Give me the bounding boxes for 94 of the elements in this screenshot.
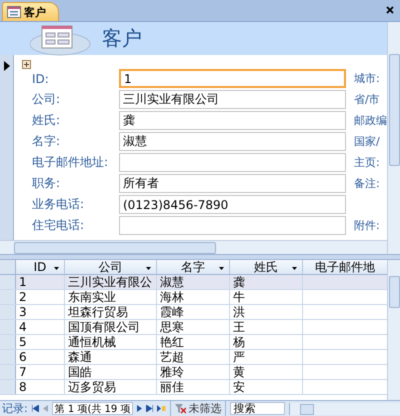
field-label: 住宅电话: bbox=[32, 217, 86, 234]
field-label: 城市: bbox=[354, 71, 380, 86]
first-record-icon[interactable] bbox=[32, 405, 39, 412]
previous-record-icon[interactable] bbox=[42, 405, 48, 412]
field-label: 名字: bbox=[32, 133, 62, 150]
input-field[interactable]: 淑慧 bbox=[119, 132, 346, 151]
table-cell: 杨 bbox=[230, 335, 303, 349]
field-label: 业务电话: bbox=[32, 196, 86, 213]
table-cell: 东南实业 bbox=[65, 290, 157, 304]
new-record-icon[interactable] bbox=[157, 405, 166, 412]
next-record-icon[interactable] bbox=[137, 405, 142, 412]
table-cell: 黄 bbox=[230, 365, 303, 379]
vertical-scrollbar[interactable] bbox=[387, 22, 400, 254]
table-cell: 6 bbox=[16, 350, 65, 364]
layout-move-icon[interactable] bbox=[22, 60, 31, 69]
current-record-icon bbox=[4, 61, 10, 71]
table-cell: 2 bbox=[16, 290, 65, 304]
table-cell: 3 bbox=[16, 305, 65, 319]
search-field[interactable]: 搜索 bbox=[230, 402, 286, 415]
field-label: 主页: bbox=[354, 155, 380, 170]
table-cell: 三川实业有限公 bbox=[65, 275, 157, 289]
table-cell: 迈多贸易 bbox=[65, 380, 157, 394]
table-cell: 海林 bbox=[157, 290, 230, 304]
table-cell: 安 bbox=[230, 380, 303, 394]
table-cell: 艳红 bbox=[157, 335, 230, 349]
table-cell: 艺超 bbox=[157, 350, 230, 364]
column-header[interactable]: 公司 bbox=[65, 260, 157, 274]
input-field[interactable]: (0123)8456-7890 bbox=[119, 195, 346, 214]
record-label: 记录: bbox=[2, 401, 28, 416]
field-label: 电子邮件地址: bbox=[32, 154, 110, 171]
horizontal-scrollbar[interactable] bbox=[289, 402, 400, 414]
field-label: 省/市 bbox=[354, 92, 380, 107]
vertical-scrollbar[interactable] bbox=[387, 260, 400, 400]
table-cell: 牛 bbox=[230, 290, 303, 304]
row-selector[interactable] bbox=[0, 335, 16, 349]
input-field[interactable]: 龚 bbox=[119, 111, 346, 130]
row-selector[interactable] bbox=[0, 365, 16, 379]
dropdown-arrow-icon bbox=[292, 267, 297, 270]
form-title: 客户 bbox=[102, 25, 142, 52]
field-label: 职务: bbox=[32, 175, 62, 192]
table-cell: 1 bbox=[16, 275, 65, 289]
row-selector[interactable] bbox=[0, 305, 16, 319]
table-cell: 国皓 bbox=[65, 365, 157, 379]
close-icon[interactable] bbox=[386, 6, 394, 14]
record-position-field[interactable]: 第 1 项(共 19 项 bbox=[52, 402, 134, 415]
field-label: ID: bbox=[32, 72, 50, 86]
table-cell: 7 bbox=[16, 365, 65, 379]
select-all-corner[interactable] bbox=[0, 260, 16, 274]
record-selector[interactable] bbox=[0, 55, 14, 240]
field-label: 姓氏: bbox=[32, 112, 62, 129]
field-label: 公司: bbox=[32, 91, 62, 108]
input-field[interactable]: 1 bbox=[119, 69, 346, 88]
form-icon bbox=[7, 6, 21, 18]
table-cell: 坦森行贸易 bbox=[65, 305, 157, 319]
table-cell: 霞峰 bbox=[157, 305, 230, 319]
dropdown-arrow-icon bbox=[146, 267, 151, 270]
row-selector[interactable] bbox=[0, 290, 16, 304]
row-selector[interactable] bbox=[0, 275, 16, 289]
row-selector[interactable] bbox=[0, 320, 16, 334]
row-selector[interactable] bbox=[0, 380, 16, 394]
table-cell: 雅玲 bbox=[157, 365, 230, 379]
field-label: 备注: bbox=[354, 176, 380, 191]
table-cell: 8 bbox=[16, 380, 65, 394]
filter-off-icon bbox=[175, 404, 186, 414]
row-selector[interactable] bbox=[0, 350, 16, 364]
table-cell: 国顶有限公司 bbox=[65, 320, 157, 334]
table-cell: 思寒 bbox=[157, 320, 230, 334]
dropdown-arrow-icon bbox=[54, 267, 59, 270]
table-cell: 森通 bbox=[65, 350, 157, 364]
table-cell: 丽佳 bbox=[157, 380, 230, 394]
document-tab[interactable]: 客户 bbox=[2, 2, 59, 21]
horizontal-scrollbar[interactable] bbox=[0, 240, 387, 254]
table-cell: 4 bbox=[16, 320, 65, 334]
field-label: 国家/ bbox=[354, 134, 380, 149]
input-field[interactable]: 三川实业有限公司 bbox=[119, 90, 346, 109]
table-cell: 龚 bbox=[230, 275, 303, 289]
table-cell: 淑慧 bbox=[157, 275, 230, 289]
dropdown-arrow-icon bbox=[219, 267, 224, 270]
table-cell: 通恒机械 bbox=[65, 335, 157, 349]
column-header[interactable]: 姓氏 bbox=[230, 260, 303, 274]
filter-button[interactable]: 未筛选 bbox=[170, 401, 226, 416]
column-header[interactable]: ID bbox=[16, 260, 65, 274]
table-cell: 严 bbox=[230, 350, 303, 364]
input-field[interactable]: 所有者 bbox=[119, 174, 346, 193]
table-cell: 5 bbox=[16, 335, 65, 349]
field-label: 附件: bbox=[354, 218, 380, 233]
last-record-icon[interactable] bbox=[146, 405, 154, 412]
field-label: 邮政编 bbox=[354, 113, 387, 128]
input-field[interactable] bbox=[119, 216, 346, 235]
input-field[interactable] bbox=[119, 153, 346, 172]
splitter-bar[interactable] bbox=[0, 254, 400, 260]
column-header[interactable]: 名字 bbox=[157, 260, 230, 274]
table-cell: 王 bbox=[230, 320, 303, 334]
table-cell: 洪 bbox=[230, 305, 303, 319]
